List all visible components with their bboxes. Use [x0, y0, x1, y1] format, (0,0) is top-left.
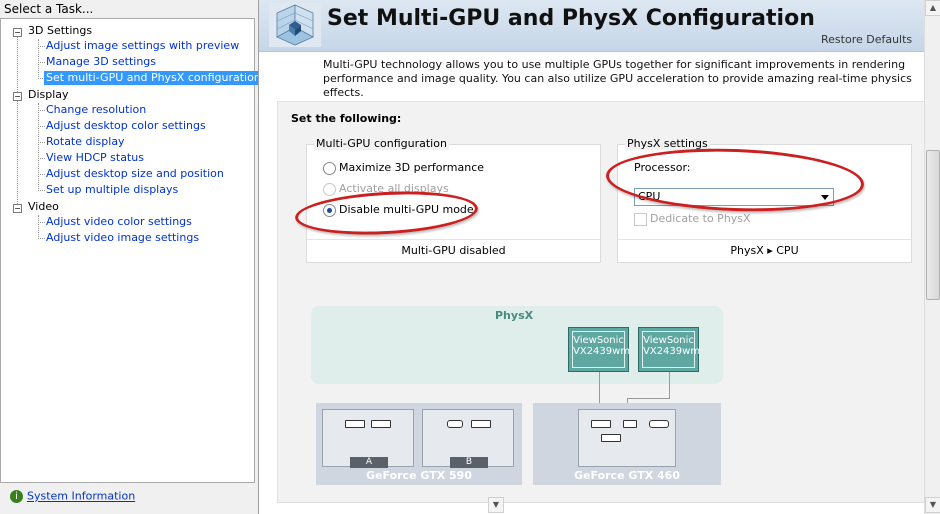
page-banner: Set Multi-GPU and PhysX Configuration Re…	[259, 0, 924, 52]
monitor-2: ViewSonic VX2439wm	[638, 327, 701, 372]
display-cable	[627, 398, 670, 399]
system-information[interactable]: i System Information	[10, 489, 135, 503]
task-adjust-desktop-size[interactable]: Adjust desktop size and position	[46, 167, 224, 181]
tree-connector	[38, 39, 39, 79]
radio-button-checked[interactable]	[323, 203, 336, 217]
scroll-down-arrow-icon[interactable]: ▼	[925, 497, 940, 513]
monitor-brand: ViewSonic	[643, 335, 694, 346]
dvi-port-icon	[591, 420, 611, 428]
tree-connector	[38, 215, 39, 239]
checkbox	[634, 212, 647, 226]
radio-button[interactable]	[323, 161, 336, 175]
multi-gpu-group: Multi-GPU configuration Maximize 3D perf…	[306, 137, 601, 263]
system-information-link[interactable]: System Information	[27, 490, 135, 503]
tree-connector	[38, 222, 45, 223]
task-tree[interactable]: − 3D Settings Adjust image settings with…	[0, 18, 263, 483]
radio-label: Maximize 3D performance	[339, 161, 485, 174]
radio-activate-all-displays: Activate all displays	[323, 182, 449, 196]
monitor-model: VX2439wm	[573, 346, 631, 357]
task-adjust-video-color[interactable]: Adjust video color settings	[46, 215, 192, 229]
monitor-brand: ViewSonic	[573, 335, 624, 346]
processor-label: Processor:	[634, 161, 691, 174]
task-adjust-video-image[interactable]: Adjust video image settings	[46, 231, 199, 245]
collapse-icon[interactable]: −	[13, 28, 22, 37]
radio-button	[323, 182, 336, 196]
radio-label: Disable multi-GPU mode	[339, 203, 474, 216]
tree-connector	[38, 142, 45, 143]
tree-category-video[interactable]: Video	[28, 200, 59, 214]
tree-connector	[38, 110, 45, 111]
tree-connector	[38, 174, 45, 175]
3d-cube-icon	[269, 3, 321, 47]
dedicate-to-physx-checkbox: Dedicate to PhysX	[634, 212, 751, 226]
radio-label: Activate all displays	[339, 182, 449, 195]
chevron-down-icon	[821, 195, 829, 200]
display-cable	[669, 372, 670, 398]
radio-maximize-3d[interactable]: Maximize 3D performance	[323, 161, 484, 175]
section-heading: Set the following:	[291, 112, 402, 125]
gpu-sub-a: A	[322, 409, 414, 468]
physx-group-title: PhysX settings	[625, 137, 710, 150]
task-view-hdcp-status[interactable]: View HDCP status	[46, 151, 144, 165]
tree-connector	[17, 32, 18, 208]
gpu-sub	[578, 409, 676, 467]
physx-group: PhysX settings Processor: CPU Dedicate t…	[617, 137, 912, 263]
task-adjust-desktop-color[interactable]: Adjust desktop color settings	[46, 119, 206, 133]
vertical-scrollbar[interactable]: ▲ ▼	[924, 0, 940, 514]
tree-connector	[38, 62, 45, 63]
dvi-port-icon	[601, 434, 621, 442]
tree-connector	[38, 238, 45, 239]
tree-connector	[38, 158, 45, 159]
processor-value: CPU	[638, 190, 661, 203]
checkbox-label: Dedicate to PhysX	[650, 212, 751, 225]
collapse-icon[interactable]: −	[13, 204, 22, 213]
tree-category-display[interactable]: Display	[28, 88, 69, 102]
task-rotate-display[interactable]: Rotate display	[46, 135, 125, 149]
physx-label: PhysX	[495, 309, 534, 322]
task-setup-multiple-displays[interactable]: Set up multiple displays	[46, 183, 178, 197]
scroll-down-button[interactable]: ▼	[488, 497, 504, 513]
tree-connector	[38, 46, 45, 47]
gpu-tag-a: A	[350, 457, 388, 468]
task-set-multi-gpu-physx[interactable]: Set multi-GPU and PhysX configuration	[44, 71, 263, 85]
gpu-card-gtx590: A B GeForce GTX 590	[316, 403, 522, 485]
scroll-up-arrow-icon[interactable]: ▲	[925, 0, 940, 16]
info-icon: i	[10, 489, 23, 503]
task-change-resolution[interactable]: Change resolution	[46, 103, 146, 117]
task-adjust-image-settings[interactable]: Adjust image settings with preview	[46, 39, 239, 53]
vga-port-icon	[623, 420, 637, 428]
multi-gpu-status: Multi-GPU disabled	[307, 239, 600, 262]
content-pane: Set Multi-GPU and PhysX Configuration Re…	[258, 0, 940, 514]
monitor-model: VX2439wm	[643, 346, 701, 357]
physx-status: PhysX ▸ CPU	[618, 239, 911, 262]
tree-connector	[38, 126, 45, 127]
gpu-name-gtx460: GeForce GTX 460	[574, 469, 680, 482]
page-title: Set Multi-GPU and PhysX Configuration	[327, 6, 815, 31]
hdmi-port-icon	[447, 420, 463, 428]
gpu-card-gtx460: GeForce GTX 460	[533, 403, 721, 485]
monitor-1: ViewSonic VX2439wm	[568, 327, 631, 372]
scrollbar-thumb[interactable]	[926, 150, 940, 300]
gpu-tag-b: B	[450, 457, 488, 468]
tree-connector	[38, 103, 39, 191]
task-manage-3d-settings[interactable]: Manage 3D settings	[46, 55, 156, 69]
tree-category-3d-settings[interactable]: 3D Settings	[28, 24, 92, 38]
tree-connector	[38, 190, 45, 191]
restore-defaults-link[interactable]: Restore Defaults	[821, 33, 912, 46]
page-description: Multi-GPU technology allows you to use m…	[323, 58, 912, 99]
hdmi-port-icon	[649, 420, 669, 428]
collapse-icon[interactable]: −	[13, 92, 22, 101]
radio-disable-multi-gpu[interactable]: Disable multi-GPU mode	[323, 203, 474, 217]
task-pane-header: Select a Task...	[4, 2, 94, 16]
gpu-name-gtx590: GeForce GTX 590	[366, 469, 472, 482]
processor-dropdown[interactable]: CPU	[634, 188, 834, 206]
gpu-sub-b: B	[422, 409, 514, 468]
dvi-port-icon	[371, 420, 391, 428]
dvi-port-icon	[471, 420, 491, 428]
multi-gpu-group-title: Multi-GPU configuration	[314, 137, 449, 150]
dvi-port-icon	[345, 420, 365, 428]
